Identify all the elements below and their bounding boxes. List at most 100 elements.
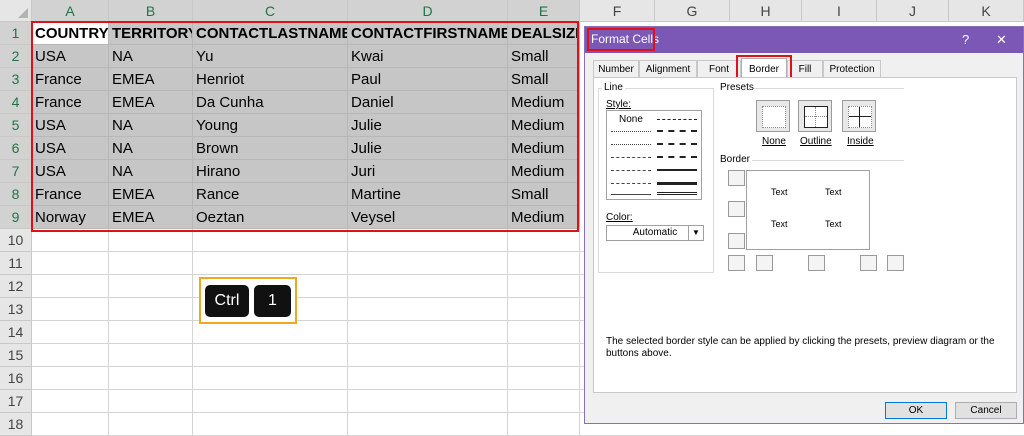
column-header-d[interactable]: D: [348, 0, 508, 22]
header-cell-territory[interactable]: TERRITORY: [109, 22, 193, 45]
line-style-option[interactable]: [611, 194, 651, 195]
row-header[interactable]: 10: [0, 229, 32, 252]
table-cell[interactable]: Medium: [508, 137, 580, 160]
row-header[interactable]: 11: [0, 252, 32, 275]
column-header-g[interactable]: G: [655, 0, 730, 22]
close-icon[interactable]: ✕: [996, 31, 1007, 48]
line-style-option[interactable]: [657, 192, 697, 195]
header-cell-country[interactable]: COUNTRY: [32, 22, 109, 45]
table-cell[interactable]: Medium: [508, 114, 580, 137]
table-cell[interactable]: Veysel: [348, 206, 508, 229]
table-cell[interactable]: EMEA: [109, 68, 193, 91]
table-cell[interactable]: Brown: [193, 137, 348, 160]
row-header[interactable]: 1: [0, 22, 32, 45]
table-cell[interactable]: France: [32, 91, 109, 114]
table-cell[interactable]: Medium: [508, 160, 580, 183]
table-cell[interactable]: NA: [109, 45, 193, 68]
cancel-button[interactable]: Cancel: [955, 402, 1017, 419]
row-header[interactable]: 14: [0, 321, 32, 344]
table-cell[interactable]: Oeztan: [193, 206, 348, 229]
line-style-option[interactable]: [611, 157, 651, 158]
table-cell[interactable]: Daniel: [348, 91, 508, 114]
table-cell[interactable]: EMEA: [109, 206, 193, 229]
chevron-down-icon[interactable]: ▼: [688, 226, 703, 240]
table-cell[interactable]: USA: [32, 45, 109, 68]
border-center-button[interactable]: [808, 255, 825, 271]
table-cell[interactable]: Small: [508, 45, 580, 68]
table-cell[interactable]: Medium: [508, 206, 580, 229]
border-diagonal-up-button[interactable]: [728, 255, 745, 271]
color-dropdown[interactable]: Automatic ▼: [606, 225, 704, 241]
table-cell[interactable]: France: [32, 183, 109, 206]
column-header-j[interactable]: J: [877, 0, 949, 22]
line-style-option[interactable]: [657, 130, 697, 132]
border-preview[interactable]: Text Text Text Text: [746, 170, 870, 250]
table-cell[interactable]: EMEA: [109, 183, 193, 206]
table-cell[interactable]: Young: [193, 114, 348, 137]
table-cell[interactable]: USA: [32, 114, 109, 137]
header-cell-contactfirstname[interactable]: CONTACTFIRSTNAME: [348, 22, 508, 45]
tab-protection[interactable]: Protection: [823, 60, 881, 78]
table-cell[interactable]: Rance: [193, 183, 348, 206]
line-style-option[interactable]: [657, 143, 697, 145]
border-diagonal-down-button[interactable]: [887, 255, 904, 271]
column-header-f[interactable]: F: [580, 0, 655, 22]
table-cell[interactable]: USA: [32, 160, 109, 183]
tab-font[interactable]: Font: [697, 60, 741, 78]
row-header[interactable]: 17: [0, 390, 32, 413]
table-cell[interactable]: Norway: [32, 206, 109, 229]
border-right-button[interactable]: [860, 255, 877, 271]
column-header-c[interactable]: C: [193, 0, 348, 22]
row-header[interactable]: 3: [0, 68, 32, 91]
ok-button[interactable]: OK: [885, 402, 947, 419]
table-cell[interactable]: Julie: [348, 114, 508, 137]
preset-inside-button[interactable]: [842, 100, 876, 132]
row-header[interactable]: 13: [0, 298, 32, 321]
table-cell[interactable]: NA: [109, 114, 193, 137]
table-cell[interactable]: Yu: [193, 45, 348, 68]
table-cell[interactable]: Small: [508, 183, 580, 206]
row-header[interactable]: 2: [0, 45, 32, 68]
preset-outline-button[interactable]: [798, 100, 832, 132]
row-header[interactable]: 15: [0, 344, 32, 367]
tab-alignment[interactable]: Alignment: [639, 60, 697, 78]
row-header[interactable]: 18: [0, 413, 32, 436]
column-header-e[interactable]: E: [508, 0, 580, 22]
tab-fill[interactable]: Fill: [787, 60, 823, 78]
line-style-option[interactable]: [657, 156, 697, 158]
table-cell[interactable]: Da Cunha: [193, 91, 348, 114]
row-header[interactable]: 5: [0, 114, 32, 137]
line-style-option[interactable]: [657, 182, 697, 185]
column-header-k[interactable]: K: [949, 0, 1024, 22]
row-header[interactable]: 6: [0, 137, 32, 160]
table-cell[interactable]: NA: [109, 137, 193, 160]
border-middle-button[interactable]: [728, 201, 745, 217]
line-style-option[interactable]: [611, 144, 651, 145]
table-cell[interactable]: USA: [32, 137, 109, 160]
table-cell[interactable]: Small: [508, 68, 580, 91]
table-cell[interactable]: Juri: [348, 160, 508, 183]
table-cell[interactable]: Medium: [508, 91, 580, 114]
table-cell[interactable]: NA: [109, 160, 193, 183]
column-header-b[interactable]: B: [109, 0, 193, 22]
table-cell[interactable]: Julie: [348, 137, 508, 160]
row-header[interactable]: 7: [0, 160, 32, 183]
column-header-i[interactable]: I: [802, 0, 877, 22]
row-header[interactable]: 9: [0, 206, 32, 229]
table-cell[interactable]: Henriot: [193, 68, 348, 91]
line-style-option[interactable]: [657, 119, 697, 120]
line-style-option[interactable]: [611, 131, 651, 132]
table-cell[interactable]: Hirano: [193, 160, 348, 183]
table-cell[interactable]: Martine: [348, 183, 508, 206]
table-cell[interactable]: France: [32, 68, 109, 91]
header-cell-contactlastname[interactable]: CONTACTLASTNAME: [193, 22, 348, 45]
table-cell[interactable]: Paul: [348, 68, 508, 91]
line-style-option[interactable]: [657, 169, 697, 171]
table-cell[interactable]: Kwai: [348, 45, 508, 68]
style-none-option[interactable]: None: [619, 114, 643, 125]
border-top-button[interactable]: [728, 170, 745, 186]
tab-number[interactable]: Number: [593, 60, 639, 78]
row-header[interactable]: 12: [0, 275, 32, 298]
table-cell[interactable]: EMEA: [109, 91, 193, 114]
select-all-corner[interactable]: [0, 0, 32, 22]
